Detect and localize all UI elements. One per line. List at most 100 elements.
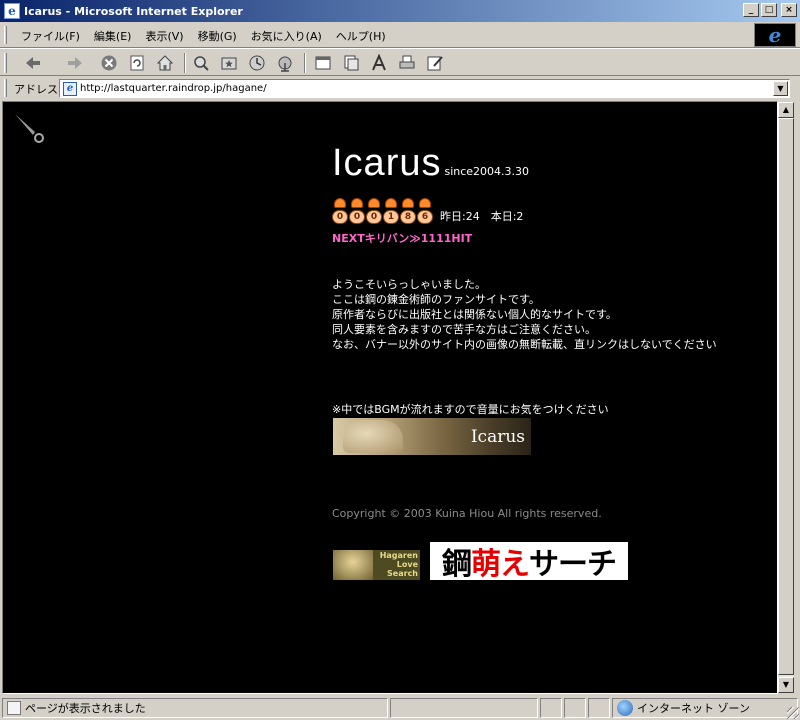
welcome-line: 同人要素を含みますので苦手な方はご注意ください。 [332,323,596,336]
welcome-line: ようこそいらっしゃいました。 [332,278,486,291]
stop-icon [101,55,117,71]
counter-digit: 6 [417,198,433,224]
toolbar-separator [184,53,186,73]
minimize-button[interactable]: _ [743,3,759,17]
counter-digit: 0 [332,198,348,224]
menu-go[interactable]: 移動(G) [191,27,244,45]
back-button[interactable] [16,52,50,74]
home-button[interactable] [154,52,176,74]
mail-button[interactable] [340,52,362,74]
menu-file[interactable]: ファイル(F) [14,27,87,45]
mail-icon [344,55,359,71]
status-text-cell: ページが表示されました [2,698,388,718]
address-dropdown-button[interactable]: ▼ [773,81,788,96]
ie-logo-icon: e [754,23,796,47]
hagaren-love-search-banner[interactable]: Hagaren Love Search [333,550,420,580]
counter-digit: 0 [349,198,365,224]
kiriban-notice: NEXTキリバン≫1111HIT [332,232,473,245]
ie-page-icon: e [4,3,20,19]
maximize-button[interactable]: □ [761,3,777,17]
close-button[interactable]: × [781,3,797,17]
favorites-button[interactable] [218,52,240,74]
banner-moe-part: 萌え [471,547,530,582]
banner-illustration [343,420,403,453]
menu-help[interactable]: ヘルプ(H) [329,27,393,45]
access-counter: 0 0 0 1 8 6 昨日:24 本日:2 [332,198,523,224]
banner-moe-part: サーチ [529,547,617,582]
channels-button[interactable] [274,52,296,74]
font-icon [372,54,386,71]
status-cell [588,698,610,718]
banner-label: Hagaren Love Search [379,551,418,578]
globe-icon [617,700,633,716]
stop-button[interactable] [98,52,120,74]
menu-edit[interactable]: 編集(E) [87,27,139,45]
scroll-up-button[interactable]: ▲ [778,102,794,118]
search-icon [194,56,209,71]
fullscreen-icon [315,56,331,70]
address-url[interactable]: http://lastquarter.raindrop.jp/hagane/ [80,83,267,94]
status-text: ページが表示されました [25,702,146,715]
address-bar: アドレス e http://lastquarter.raindrop.jp/ha… [0,77,800,99]
refresh-icon [130,55,144,71]
status-bar: ページが表示されました インターネット ゾーン [0,697,800,720]
status-cell [540,698,562,718]
font-button[interactable] [368,52,390,74]
window-title: Icarus - Microsoft Internet Explorer [24,4,243,18]
home-icon [156,55,174,71]
counter-digit: 1 [383,198,399,224]
site-header: Icarus since2004.3.30 [332,142,752,185]
edit-icon [427,56,443,71]
address-label: アドレス [14,83,58,96]
welcome-line: なお、バナー以外のサイト内の画像の無断転載、直リンクはしないでください [332,338,717,351]
title-bar: e Icarus - Microsoft Internet Explorer _… [0,0,800,22]
welcome-line: 原作者ならびに出版社とは関係ない個人的なサイトです。 [332,308,617,321]
history-icon [249,55,265,71]
menu-bar: ファイル(F) 編集(E) 表示(V) 移動(G) お気に入り(A) ヘルプ(H… [0,22,800,48]
standard-toolbar [0,48,800,76]
toolbar-separator [304,53,306,73]
page-content: Icarus since2004.3.30 0 0 0 1 8 6 昨日:24 本… [2,101,778,694]
forward-button[interactable] [58,52,92,74]
enter-site-banner[interactable]: Icarus [333,418,531,455]
cursor-blade-icon [15,114,44,143]
status-zone-cell: インターネット ゾーン [612,698,798,718]
address-input[interactable]: e http://lastquarter.raindrop.jp/hagane/… [59,79,790,98]
counter-digit: 8 [400,198,416,224]
banner-illustration [333,550,373,580]
status-cell [564,698,586,718]
refresh-button[interactable] [126,52,148,74]
page-status-icon [7,701,21,715]
page-icon: e [63,81,77,96]
edit-button[interactable] [424,52,446,74]
menu-favorites[interactable]: お気に入り(A) [244,27,329,45]
hagane-moe-search-banner[interactable]: 鋼萌え サーチ [430,542,628,582]
counter-digit: 0 [366,198,382,224]
favorites-icon [221,57,237,70]
bgm-notice: ※中ではBGMが流れますので音量にお気をつけください [332,403,609,416]
fullscreen-button[interactable] [312,52,334,74]
vertical-scrollbar[interactable]: ▲ ▼ [778,102,794,693]
enter-banner-label: Icarus [470,427,525,447]
menu-items: ファイル(F) 編集(E) 表示(V) 移動(G) お気に入り(A) ヘルプ(H… [14,27,393,45]
toolbar-grip[interactable] [4,53,7,73]
back-icon [26,57,40,69]
search-button[interactable] [190,52,212,74]
channels-icon [278,56,292,72]
scroll-thumb[interactable] [778,118,794,675]
copyright-text: Copyright © 2003 Kuina Hiou All rights r… [332,507,602,520]
print-icon [399,55,415,69]
menu-view[interactable]: 表示(V) [138,27,190,45]
site-since: since2004.3.30 [444,165,530,178]
address-grip[interactable] [4,79,7,97]
welcome-line: ここは鋼の錬金術師のファンサイトです。 [332,293,540,306]
status-progress-cell [390,698,538,718]
zone-text: インターネット ゾーン [637,702,750,715]
print-button[interactable] [396,52,418,74]
menu-grip[interactable] [4,26,7,44]
resize-grip[interactable] [787,707,799,719]
window-controls: _ □ × [743,3,797,17]
scroll-down-button[interactable]: ▼ [778,677,794,693]
counter-daily-text: 昨日:24 本日:2 [440,210,524,223]
history-button[interactable] [246,52,268,74]
